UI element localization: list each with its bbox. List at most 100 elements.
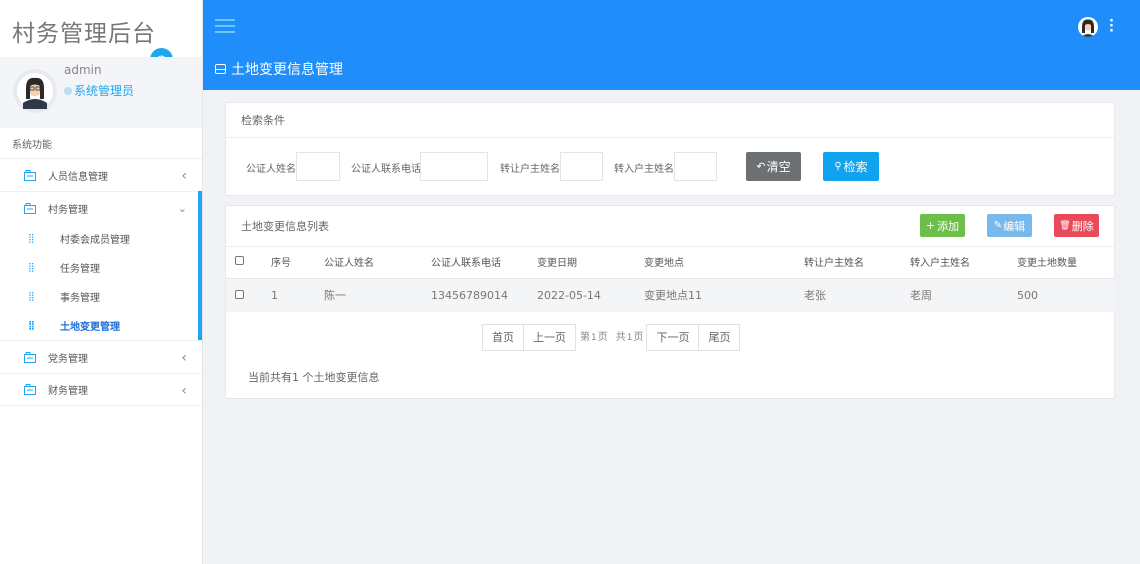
transferor-name-label: 转让户主姓名 xyxy=(500,164,560,175)
grid-icon: ⣿ xyxy=(28,320,36,331)
header-avatar[interactable] xyxy=(1078,17,1098,37)
sidebar-subitem-label: 村委会成员管理 xyxy=(60,235,130,246)
search-panel-title: 检索条件 xyxy=(226,103,1114,138)
column-header: 公证人联系电话 xyxy=(431,246,537,279)
notary-name-label: 公证人姓名 xyxy=(246,164,296,175)
total-suffix: 页 xyxy=(633,332,644,343)
clear-button-label: 清空 xyxy=(766,160,791,174)
sidebar-item-party[interactable]: 党务管理 ‹ xyxy=(0,340,202,373)
summary-suffix: 个土地变更信息 xyxy=(299,371,380,384)
edit-button[interactable]: ✎ 编辑 xyxy=(987,214,1032,237)
prev-page-button[interactable]: 上一页 xyxy=(523,324,576,351)
sidebar-section-title: 系统功能 xyxy=(12,140,52,151)
table-cell: 变更地点11 xyxy=(644,278,804,312)
row-select-cell xyxy=(226,278,271,312)
select-all-checkbox[interactable] xyxy=(235,255,244,265)
record-summary: 当前共有1 个土地变更信息 xyxy=(248,369,380,385)
page-title-text: 土地变更信息管理 xyxy=(231,62,343,78)
folder-icon xyxy=(24,169,36,181)
first-page-button[interactable]: 首页 xyxy=(482,324,524,351)
transferee-name-input[interactable] xyxy=(674,152,717,181)
search-button[interactable]: ⚲ 检索 xyxy=(823,152,879,181)
user-role: 系统管理员 xyxy=(64,82,134,99)
table-row[interactable]: 1 陈一 13456789014 2022-05-14 变更地点11 老张 老周… xyxy=(226,278,1115,312)
sidebar-group-village: 村务管理 ⌄ ⣿ 村委会成员管理 ⣿ 任务管理 ⣿ 事务管理 ⣿ 土地变更管理 xyxy=(0,191,202,340)
page-prefix: 第 xyxy=(580,332,590,343)
next-page-button[interactable]: 下一页 xyxy=(646,324,700,351)
chevron-down-icon: ⌄ xyxy=(177,202,187,215)
grid-icon: ⣿ xyxy=(28,262,35,273)
chevron-left-icon: ‹ xyxy=(181,383,187,399)
edit-icon: ✎ xyxy=(993,220,1003,231)
column-header: 变更地点 xyxy=(644,246,804,279)
add-button-label: 添加 xyxy=(937,219,960,233)
transferee-name-label: 转入户主姓名 xyxy=(614,164,674,175)
summary-prefix: 当前共有 xyxy=(248,371,292,384)
transferor-name-input[interactable] xyxy=(560,152,603,181)
column-header: 公证人姓名 xyxy=(324,246,431,279)
land-change-table: 序号 公证人姓名 公证人联系电话 变更日期 变更地点 转让户主姓名 转入户主姓名… xyxy=(226,246,1115,312)
table-cell: 1 xyxy=(271,278,324,312)
sidebar-subitem-label: 任务管理 xyxy=(60,264,100,275)
notary-phone-input[interactable] xyxy=(420,152,488,181)
total-pages: 1 xyxy=(626,333,633,343)
page-suffix: 页 xyxy=(597,332,608,343)
sidebar-item-finance[interactable]: 财务管理 ‹ xyxy=(0,373,202,406)
add-button[interactable]: + 添加 xyxy=(920,214,965,237)
avatar[interactable] xyxy=(13,69,57,113)
sidebar: 村务管理后台 ⚙ admin 系统管理员 系统功能 人员信息管理 ‹ 村务管理 … xyxy=(0,0,203,564)
column-header: 变更土地数量 xyxy=(1017,246,1115,279)
edit-button-label: 编辑 xyxy=(1003,219,1026,233)
search-button-label: 检索 xyxy=(843,160,868,174)
table-cell: 13456789014 xyxy=(431,278,537,312)
sidebar-item-village[interactable]: 村务管理 ⌄ xyxy=(0,191,202,224)
table-cell: 老张 xyxy=(804,278,910,312)
delete-button-label: 删除 xyxy=(1071,219,1094,233)
column-header: 序号 xyxy=(271,246,324,279)
folder-icon xyxy=(24,351,36,363)
notary-name-input[interactable] xyxy=(296,152,340,181)
sidebar-item-label: 党务管理 xyxy=(48,353,88,365)
sidebar-subitem-affairs[interactable]: ⣿ 事务管理 xyxy=(0,282,202,311)
total-prefix: 共 xyxy=(615,332,626,343)
table-cell: 老周 xyxy=(910,278,1017,312)
sidebar-subitem-tasks[interactable]: ⣿ 任务管理 xyxy=(0,253,202,282)
chevron-left-icon: ‹ xyxy=(181,168,187,184)
column-header: 变更日期 xyxy=(537,246,644,279)
top-header: · · · 土地变更信息管理 xyxy=(203,0,1140,90)
sidebar-subitem-label: 土地变更管理 xyxy=(60,322,120,333)
more-options-icon[interactable]: · · · xyxy=(1109,15,1114,38)
table-cell: 2022-05-14 xyxy=(537,278,644,312)
row-checkbox[interactable] xyxy=(235,289,244,299)
sidebar-subitem-land-change[interactable]: ⣿ 土地变更管理 xyxy=(0,311,202,340)
app-brand: 村务管理后台 xyxy=(12,21,156,47)
delete-button[interactable]: 🗑 删除 xyxy=(1054,214,1099,237)
sidebar-subitem-committee[interactable]: ⣿ 村委会成员管理 xyxy=(0,224,202,253)
page-title: 土地变更信息管理 xyxy=(215,59,343,79)
table-header-row: 序号 公证人姓名 公证人联系电话 变更日期 变更地点 转让户主姓名 转入户主姓名… xyxy=(226,246,1115,279)
summary-count: 1 xyxy=(292,371,299,384)
grid-icon: ⣿ xyxy=(28,291,35,302)
menu-toggle-icon[interactable] xyxy=(215,19,235,37)
sidebar-item-label: 村务管理 xyxy=(48,204,88,216)
column-header: 转让户主姓名 xyxy=(804,246,910,279)
list-panel-title: 土地变更信息列表 xyxy=(226,206,1114,247)
page-number: 1 xyxy=(591,333,597,343)
inbox-icon xyxy=(215,64,226,74)
list-title: 土地变更信息列表 xyxy=(241,220,329,233)
sidebar-item-label: 财务管理 xyxy=(48,386,88,397)
column-header: 转入户主姓名 xyxy=(910,246,1017,279)
last-page-button[interactable]: 尾页 xyxy=(698,324,741,351)
current-page-indicator: 第1页 xyxy=(576,324,612,351)
sidebar-item-personnel[interactable]: 人员信息管理 ‹ xyxy=(0,158,202,191)
user-name: admin xyxy=(64,63,102,77)
undo-icon: ↶ xyxy=(756,160,766,173)
folder-icon xyxy=(24,384,36,395)
select-all-cell xyxy=(226,246,271,279)
sidebar-subitem-label: 事务管理 xyxy=(60,293,100,304)
clear-button[interactable]: ↶ 清空 xyxy=(746,152,801,181)
folder-icon xyxy=(24,202,36,214)
pagination: 首页 上一页 第1页 共1页 下一页 尾页 xyxy=(482,324,741,351)
table-cell: 500 xyxy=(1017,278,1115,312)
trash-icon: 🗑 xyxy=(1059,220,1071,231)
